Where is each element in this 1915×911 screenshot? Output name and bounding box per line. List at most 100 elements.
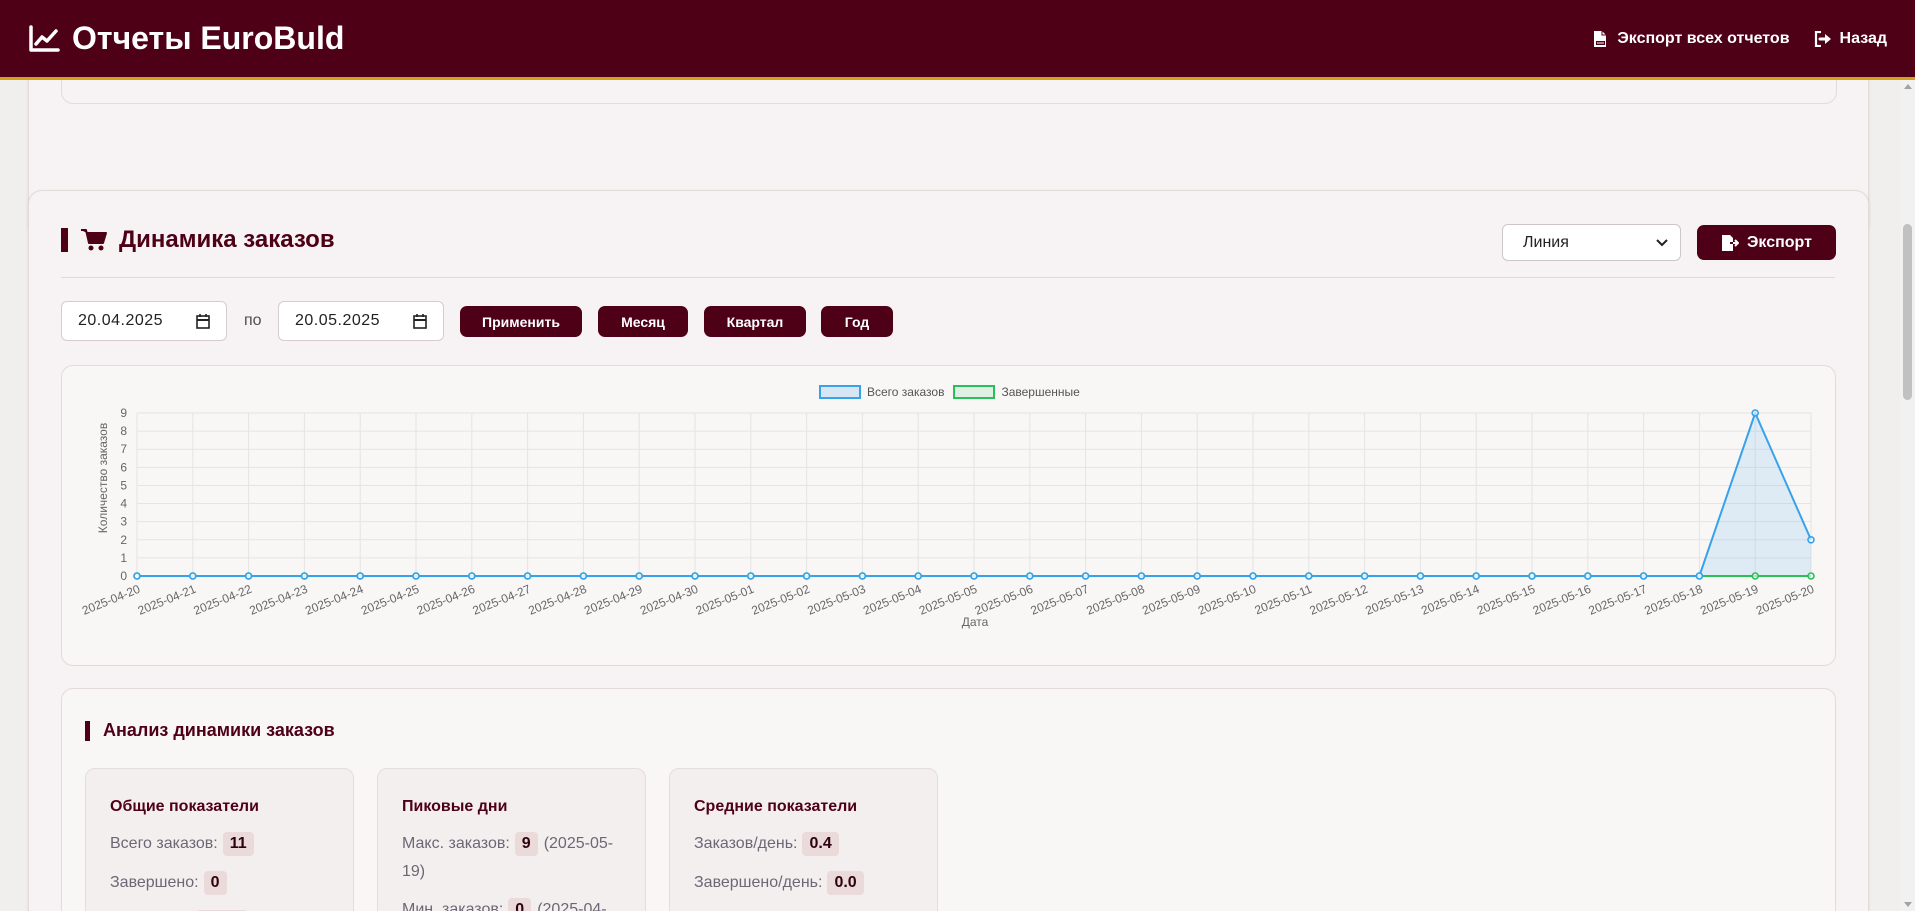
date-from-input[interactable]: 20.04.2025 xyxy=(61,301,227,341)
calendar-icon xyxy=(196,313,210,329)
min-orders-date: (2025-04- xyxy=(537,901,607,911)
general-stats-title: Общие показатели xyxy=(110,798,259,815)
analysis-title: Анализ динамики заказов xyxy=(85,720,335,741)
data-point-total-orders[interactable] xyxy=(691,572,699,580)
x-tick-label: 2025-05-20 xyxy=(1754,582,1816,618)
x-tick-label: 2025-05-12 xyxy=(1308,582,1370,618)
x-tick-label: 2025-05-18 xyxy=(1642,582,1704,618)
x-tick-label: 2025-05-07 xyxy=(1029,582,1091,618)
data-point-total-orders[interactable] xyxy=(1081,572,1090,580)
line-chart-icon xyxy=(29,24,60,52)
month-label: Месяц xyxy=(621,313,665,330)
data-point-total-orders[interactable] xyxy=(858,572,867,580)
data-point-total-orders[interactable] xyxy=(1416,572,1425,580)
file-export-icon xyxy=(1594,30,1607,47)
data-point-total-orders[interactable] xyxy=(1584,572,1592,580)
y-tick-label: 6 xyxy=(120,460,127,474)
x-tick-label: 2025-05-02 xyxy=(750,582,812,618)
data-point-total-orders[interactable] xyxy=(635,572,644,580)
data-point-total-orders[interactable] xyxy=(914,572,923,580)
main-content: Динамика заказов Линия Экспорт 20.04.202… xyxy=(0,80,1900,911)
month-button[interactable]: Месяц xyxy=(598,306,688,337)
x-tick-label: 2025-04-24 xyxy=(303,582,365,618)
data-point-total-orders[interactable] xyxy=(412,572,420,580)
back-link[interactable]: Назад xyxy=(1814,30,1887,48)
data-point-total-orders[interactable] xyxy=(467,572,476,580)
chart-type-select[interactable]: Линия xyxy=(1502,224,1681,261)
data-point-total-orders[interactable] xyxy=(1360,572,1369,580)
export-button[interactable]: Экспорт xyxy=(1697,225,1836,260)
total-orders-stat: Всего заказов: 11 xyxy=(110,832,254,856)
y-tick-label: 5 xyxy=(120,478,127,492)
app-title: Отчеты EuroBuld xyxy=(72,20,345,56)
chart-type-value: Линия xyxy=(1523,233,1569,251)
sign-out-icon xyxy=(1814,30,1831,47)
x-tick-label: 2025-04-27 xyxy=(471,582,533,618)
x-tick-label: 2025-04-22 xyxy=(192,582,254,618)
data-point-total-orders[interactable] xyxy=(244,572,253,580)
data-point-completed[interactable] xyxy=(1807,572,1815,580)
y-tick-label: 7 xyxy=(120,442,127,456)
x-tick-label: 2025-05-08 xyxy=(1084,582,1146,618)
data-point-completed[interactable] xyxy=(1751,572,1759,580)
x-tick-label: 2025-05-15 xyxy=(1475,582,1537,618)
x-tick-label: 2025-05-06 xyxy=(973,582,1035,618)
scroll-down-arrow[interactable] xyxy=(1904,902,1912,907)
export-all-reports-link[interactable]: Экспорт всех отчетов xyxy=(1593,30,1790,48)
section-divider xyxy=(61,277,1835,278)
export-label: Экспорт xyxy=(1747,233,1812,251)
x-tick-label: 2025-04-30 xyxy=(638,582,700,618)
data-point-total-orders[interactable] xyxy=(189,572,197,580)
scrollbar-thumb[interactable] xyxy=(1903,224,1912,400)
data-point-total-orders[interactable] xyxy=(1695,572,1704,580)
x-tick-label: 2025-05-19 xyxy=(1698,582,1760,618)
brand[interactable]: Отчеты EuroBuld xyxy=(28,20,344,57)
x-tick-label: 2025-04-21 xyxy=(136,582,198,618)
max-orders-value: 9 xyxy=(514,832,538,856)
min-orders-stat: Мин. заказов: 0 (2025-04- xyxy=(402,898,607,911)
data-point-total-orders[interactable] xyxy=(802,572,811,580)
data-point-total-orders[interactable] xyxy=(579,572,588,580)
data-point-total-orders[interactable] xyxy=(1807,535,1815,544)
data-point-total-orders[interactable] xyxy=(133,572,141,580)
date-from-value: 20.04.2025 xyxy=(78,312,164,329)
data-point-total-orders[interactable] xyxy=(300,572,309,580)
data-point-total-orders[interactable] xyxy=(970,572,978,580)
shopping-cart-icon xyxy=(81,229,107,251)
page-scrollbar[interactable] xyxy=(1900,80,1915,911)
top-navbar: Отчеты EuroBuld Экспорт всех отчетов Наз… xyxy=(0,0,1915,80)
x-tick-label: 2025-04-25 xyxy=(359,582,421,618)
data-point-total-orders[interactable] xyxy=(1639,572,1648,580)
data-point-total-orders[interactable] xyxy=(523,572,532,580)
y-tick-label: 4 xyxy=(120,497,127,511)
completed-stat: Завершено: 0 xyxy=(110,871,227,895)
y-tick-label: 0 xyxy=(120,569,127,583)
y-tick-label: 3 xyxy=(120,515,127,529)
x-tick-label: 2025-04-26 xyxy=(415,582,477,618)
data-point-total-orders[interactable] xyxy=(1249,572,1257,580)
date-to-input[interactable]: 20.05.2025 xyxy=(278,301,444,341)
apply-button[interactable]: Применить xyxy=(460,306,582,337)
analysis-title-text: Анализ динамики заказов xyxy=(103,720,335,740)
completed-per-day-value: 0.0 xyxy=(827,871,864,895)
peak-days-title: Пиковые дни xyxy=(402,798,508,815)
data-point-total-orders[interactable] xyxy=(1751,409,1759,417)
previous-analysis-panel xyxy=(61,80,1837,104)
orders-chart: 0 1 2 3 4 5 6 7 8 9 2025-04-202025-04-212025-04-22… xyxy=(80,406,1816,629)
data-point-total-orders[interactable] xyxy=(1025,572,1034,580)
quarter-button[interactable]: Квартал xyxy=(704,306,806,337)
data-point-total-orders[interactable] xyxy=(1137,572,1146,580)
x-tick-label: 2025-05-10 xyxy=(1196,582,1258,618)
data-point-total-orders[interactable] xyxy=(1305,572,1313,580)
averages-title: Средние показатели xyxy=(694,798,858,815)
calendar-icon xyxy=(413,313,427,329)
data-point-total-orders[interactable] xyxy=(1472,572,1480,580)
data-point-total-orders[interactable] xyxy=(1528,572,1536,580)
data-point-total-orders[interactable] xyxy=(1193,572,1201,580)
back-label: Назад xyxy=(1839,29,1887,47)
year-button[interactable]: Год xyxy=(821,306,893,337)
max-orders-label: Макс. заказов: xyxy=(402,835,510,852)
scroll-up-arrow[interactable] xyxy=(1904,84,1912,89)
data-point-total-orders[interactable] xyxy=(356,572,365,580)
data-point-total-orders[interactable] xyxy=(746,572,755,580)
